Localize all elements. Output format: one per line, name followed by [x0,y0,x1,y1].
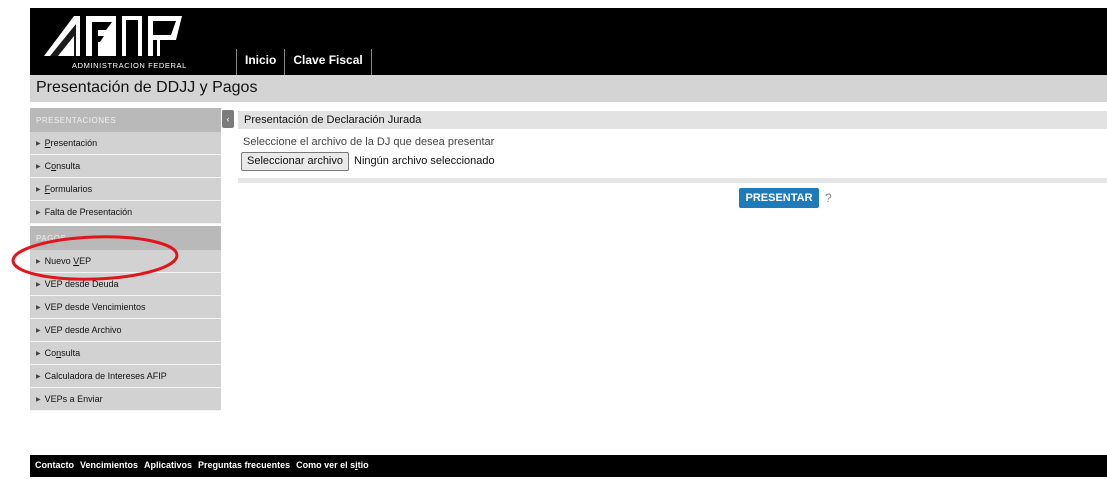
instruction-text: Seleccione el archivo de la DJ que desea… [243,136,495,148]
sidebar: PRESENTACIONES ▶ Presentación ▶ Consulta ▶ Fo… [30,108,221,411]
chevron-right-icon: ▶ [36,210,41,216]
section-header: Presentación de Declaración Jurada [238,111,1107,129]
top-navigation: Inicio Clave Fiscal [236,49,372,75]
sidebar-item-presentaciones-label-post: nsulta [56,161,81,171]
footer-link-label-pre: Aplicativos [144,460,193,470]
sidebar-item-pagos-label-pre: Nuevo [44,256,74,266]
sidebar-item-pagos-label-pre: VEP desde Deuda [44,279,119,289]
chevron-right-icon: ▶ [36,141,41,147]
nav-inicio[interactable]: Inicio [236,49,284,75]
sidebar-item-pagos-2[interactable]: ▶ VEP desde Vencimientos [30,296,221,319]
sidebar-item-pagos-3[interactable]: ▶ VEP desde Archivo [30,319,221,342]
help-icon[interactable]: ? [825,191,832,205]
footer-link-label-pre: Preguntas frecuentes [198,460,291,470]
footer-link-1[interactable]: Vencimientos [80,460,138,470]
footer-link-label-pre: Vencimientos [80,460,139,470]
chevron-right-icon: ▶ [36,305,41,311]
chevron-right-icon: ▶ [36,259,41,265]
chevron-right-icon: ▶ [36,374,41,380]
sidebar-item-pagos-6[interactable]: ▶ VEPs a Enviar [30,388,221,411]
chevron-right-icon: ▶ [36,164,41,170]
select-file-button[interactable]: Seleccionar archivo [241,151,349,171]
footer-link-label-pre: Como ver el s [296,460,356,470]
sidebar-item-presentaciones-0[interactable]: ▶ Presentación [30,132,221,155]
chevron-right-icon: ▶ [36,282,41,288]
chevron-left-icon: ‹ [226,114,230,124]
sidebar-item-presentaciones-2[interactable]: ▶ Formularios [30,178,221,201]
file-picker: Seleccionar archivo Ningún archivo selec… [238,150,495,172]
chevron-right-icon: ▶ [36,351,41,357]
chevron-right-icon: ▶ [36,397,41,403]
afip-logo[interactable]: ADMINISTRACION FEDERAL [40,12,240,72]
footer-links: Contacto Vencimientos Aplicativos Preguntas… [35,460,375,470]
sidebar-item-pagos-5[interactable]: ▶ Calculadora de Intereses AFIP [30,365,221,388]
divider [238,178,1107,183]
sidebar-item-pagos-label-post: EP [79,256,92,266]
sidebar-item-pagos-4[interactable]: ▶ Consulta [30,342,221,365]
collapse-sidebar-button[interactable]: ‹ [222,110,234,128]
footer-link-0[interactable]: Contacto [35,460,74,470]
sidebar-item-presentaciones-label-pre: Falta de Presentación [44,207,133,217]
sidebar-item-pagos-0[interactable]: ▶ Nuevo VEP [30,250,221,273]
sidebar-item-presentaciones-1[interactable]: ▶ Consulta [30,155,221,178]
sidebar-item-pagos-label-pre: Co [44,348,57,358]
footer-link-4[interactable]: Como ver el sitio [296,460,369,470]
footer-link-label-post: tio [357,460,369,470]
sidebar-item-presentaciones-label-post: ormularios [50,184,93,194]
file-status-text: Ningún archivo seleccionado [354,155,495,167]
sidebar-item-presentaciones-3[interactable]: ▶ Falta de Presentación [30,201,221,224]
footer-link-2[interactable]: Aplicativos [144,460,192,470]
page-title: Presentación de DDJJ y Pagos [36,79,258,96]
footer-link-3[interactable]: Preguntas frecuentes [198,460,290,470]
sidebar-item-presentaciones-label-post: resentación [50,138,98,148]
header-bar: ADMINISTRACION FEDERAL Inicio Clave Fisc… [30,8,1107,75]
sidebar-item-pagos-label-post: sulta [61,348,81,358]
sidebar-item-pagos-label-pre: VEP desde Vencimientos [44,302,146,312]
sidebar-item-pagos-label-pre: VEP desde Archivo [44,325,122,335]
chevron-right-icon: ▶ [36,328,41,334]
section-title: Presentación de Declaración Jurada [244,114,422,126]
sidebar-section-pagos: PAGOS [30,226,221,250]
logo-text: ADMINISTRACION FEDERAL [72,61,187,70]
sidebar-item-pagos-1[interactable]: ▶ VEP desde Deuda [30,273,221,296]
present-button[interactable]: PRESENTAR [739,188,819,208]
sidebar-item-pagos-label-pre: VEPs a Enviar [44,394,103,404]
title-bar: Presentación de DDJJ y Pagos [30,75,1107,102]
nav-clave-fiscal[interactable]: Clave Fiscal [284,49,372,75]
chevron-right-icon: ▶ [36,187,41,193]
footer: Contacto Vencimientos Aplicativos Preguntas… [30,455,1107,477]
footer-link-label-pre: Contacto [35,460,74,470]
sidebar-item-pagos-label-pre: Calculadora de Intereses AFIP [44,371,167,381]
sidebar-section-presentaciones: PRESENTACIONES [30,108,221,132]
page: ADMINISTRACION FEDERAL Inicio Clave Fisc… [0,0,1107,479]
